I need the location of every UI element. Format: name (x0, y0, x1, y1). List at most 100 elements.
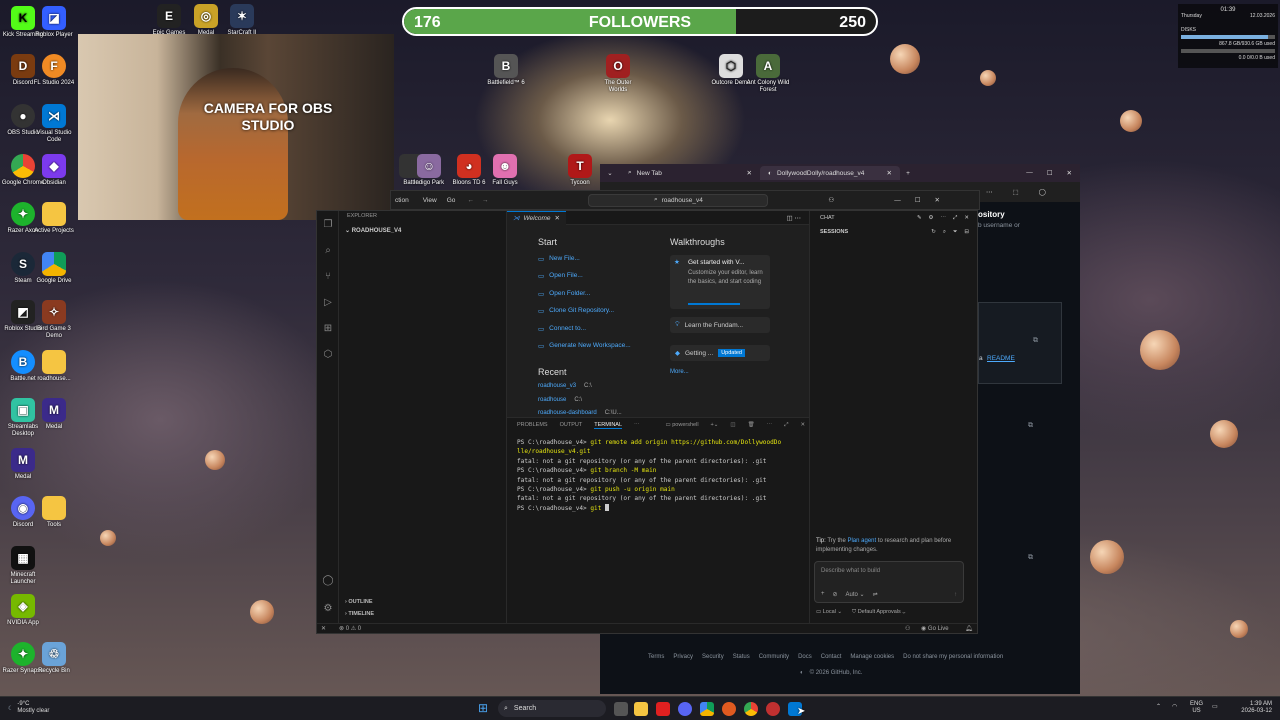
walkthrough-card-get-started[interactable]: ★ Get started with V... Customize your e… (670, 255, 770, 309)
drive-icon[interactable] (700, 702, 714, 716)
extensions-icon[interactable]: ⬚ (1013, 188, 1019, 196)
profile-icon[interactable]: ◯ (1039, 188, 1046, 196)
remote-explorer-icon[interactable]: ⬡ (317, 341, 339, 367)
extensions-icon[interactable]: ⊞ (317, 315, 339, 341)
close-tab-icon[interactable]: ✕ (554, 214, 559, 222)
recent-item[interactable]: roadhouse C:\ (538, 397, 622, 411)
copy-icon[interactable]: ⧉ (1028, 422, 1033, 430)
terminal-shell[interactable]: ▭ powershell (666, 422, 699, 428)
footer-link[interactable]: Security (702, 654, 724, 660)
local-picker[interactable]: ▭ Local ⌄ (816, 609, 842, 616)
copilot-status-icon[interactable]: ⚇ (905, 625, 910, 632)
taskbar-search[interactable]: ⌕ Search (498, 700, 606, 717)
split-terminal-icon[interactable]: ◫ (730, 422, 735, 428)
run-debug-icon[interactable]: ▷ (317, 289, 339, 315)
footer-link[interactable]: Privacy (673, 654, 693, 660)
desktop-icon-google-drive[interactable]: Google Drive (31, 252, 77, 285)
collapse-icon[interactable]: ⊟ (964, 229, 969, 236)
send-icon[interactable]: ↑ (954, 592, 957, 598)
footer-link[interactable]: Manage cookies (850, 654, 894, 660)
desktop-icon-fall-guys[interactable]: ☻ Fall Guys (482, 154, 528, 187)
maximize-icon[interactable]: ⤢ (953, 215, 957, 222)
start-item-1[interactable]: ▭ Open File... (538, 272, 631, 289)
chat-input-box[interactable]: Describe what to build + ⊘ Auto ⌄ ⇌ ↑ (814, 561, 964, 603)
footer-link[interactable]: Docs (798, 654, 812, 660)
desktop-icon-active-projects[interactable]: Active Projects (31, 202, 77, 235)
recent-item[interactable]: roadhouse_v3 C:\ (538, 383, 622, 397)
youtube-icon[interactable] (656, 702, 670, 716)
maximize-panel-icon[interactable]: ⤢ (784, 422, 788, 429)
tab-problems[interactable]: PROBLEMS (517, 422, 548, 428)
search-icon[interactable]: ⌕ (943, 229, 946, 236)
footer-link[interactable]: Do not share my personal information (903, 654, 1003, 660)
close-tab-icon[interactable]: ✕ (747, 169, 752, 177)
desktop-icon-outer-worlds[interactable]: O The Outer Worlds (595, 54, 641, 94)
desktop-icon-vscode[interactable]: ⋊ Visual Studio Code (31, 104, 77, 144)
wifi-icon[interactable]: ◠ (1172, 703, 1177, 710)
tab-output[interactable]: OUTPUT (560, 422, 583, 428)
menu-view[interactable]: View (423, 197, 437, 204)
more-icon[interactable]: ⋯ (940, 215, 946, 222)
readme-link[interactable]: README (987, 355, 1015, 362)
desktop-icon-nvidia[interactable]: ◈ NVIDIA App (0, 594, 46, 627)
tab-github[interactable]: ◐ DollywoodDolly/roadhouse_v4 ✕ (760, 166, 900, 180)
split-editor-icon[interactable]: ◫ ⋯ (787, 214, 801, 222)
desktop-icon-fl-studio[interactable]: F FL Studio 2024 (31, 54, 77, 87)
desktop-icon-medal[interactable]: M Medal (0, 448, 46, 481)
tab-new-tab[interactable]: ⌕ New Tab ✕ (620, 166, 760, 180)
source-control-icon[interactable]: ⑂ (317, 263, 339, 289)
network-icon[interactable]: ▭ (1212, 703, 1218, 710)
maximize-icon[interactable]: ☐ (1047, 169, 1053, 177)
copy-icon[interactable]: ⧉ (1033, 337, 1038, 345)
terminal-output[interactable]: PS C:\roadhouse_v4> git remote add origi… (507, 432, 809, 513)
start-item-3[interactable]: ▭ Clone Git Repository... (538, 307, 631, 324)
desktop-icon-roblox-player[interactable]: ◪ Roblox Player (31, 6, 77, 39)
folder-root[interactable]: ⌄ ROADHOUSE_V4 (339, 221, 506, 240)
explorer-icon[interactable]: ❐ (317, 211, 339, 237)
account-icon[interactable]: ◯ (317, 567, 339, 593)
bell-icon[interactable]: 🔔︎ (965, 625, 973, 632)
start-item-4[interactable]: ▭ Connect to... (538, 325, 631, 342)
desktop-icon-starcraft[interactable]: ✶ StarCraft II (219, 4, 265, 37)
windows-start-icon[interactable]: ⊞ (478, 701, 488, 715)
close-icon[interactable]: ✕ (964, 215, 969, 222)
problems-status[interactable]: ⊗ 0 ⚠ 0 (339, 625, 361, 632)
tools-icon[interactable]: ⊘ (833, 591, 838, 598)
task-view-icon[interactable] (614, 702, 628, 716)
footer-link[interactable]: Contact (821, 654, 842, 660)
desktop-icon-battlefield[interactable]: B Battlefield™ 6 (483, 54, 529, 87)
desktop-icon-minecraft[interactable]: ▦ Minecraft Launcher (0, 546, 46, 586)
chrome-icon[interactable] (744, 702, 758, 716)
close-icon[interactable]: ✕ (935, 196, 940, 204)
close-tab-icon[interactable]: ✕ (887, 169, 892, 177)
file-explorer-icon[interactable] (634, 702, 648, 716)
start-item-2[interactable]: ▭ Open Folder... (538, 290, 631, 307)
menu-action[interactable]: ction (395, 197, 409, 204)
taskbar-clock[interactable]: 1:39 AM 2026-03-12 (1226, 701, 1272, 715)
start-item-5[interactable]: ▭ Generate New Workspace... (538, 342, 631, 359)
walkthrough-learn-fundamentals[interactable]: 💡︎ Learn the Fundam... (670, 317, 770, 333)
browser-menu-icon[interactable]: ⋯ (986, 188, 993, 196)
discord-icon[interactable] (678, 702, 692, 716)
minimize-icon[interactable]: — (1026, 169, 1033, 177)
footer-link[interactable]: Status (733, 654, 750, 660)
mode-picker[interactable]: Auto ⌄ (846, 591, 865, 598)
remote-icon[interactable]: ✕ (321, 625, 326, 632)
footer-link[interactable]: Terms (648, 654, 664, 660)
maximize-icon[interactable]: ☐ (915, 196, 921, 204)
copilot-icon[interactable]: ⚇ (828, 196, 834, 204)
command-center-search[interactable]: ⌕ roadhouse_v4 (588, 193, 769, 207)
nav-forward-icon[interactable]: → (482, 197, 489, 204)
desktop-icon-medal2[interactable]: M Medal (31, 398, 77, 431)
nav-back-icon[interactable]: ← (467, 197, 474, 204)
minimize-icon[interactable]: — (894, 197, 901, 204)
desktop-icon-tools[interactable]: Tools (31, 496, 77, 529)
more-icon[interactable]: ⋯ (767, 422, 773, 428)
weather-widget[interactable]: ☾ -9°C Mostly clear (8, 701, 49, 715)
tray-chevron-icon[interactable]: ⌃ (1156, 703, 1161, 710)
desktop-icon-roadhouse[interactable]: roadhouse... (31, 350, 77, 383)
desktop-icon-bird-game[interactable]: ✧ Bird Game 3 Demo (31, 300, 77, 340)
close-icon[interactable]: ✕ (1067, 169, 1072, 177)
outline-section[interactable]: › OUTLINE (345, 599, 373, 605)
plan-agent-link[interactable]: Plan agent (847, 538, 876, 544)
